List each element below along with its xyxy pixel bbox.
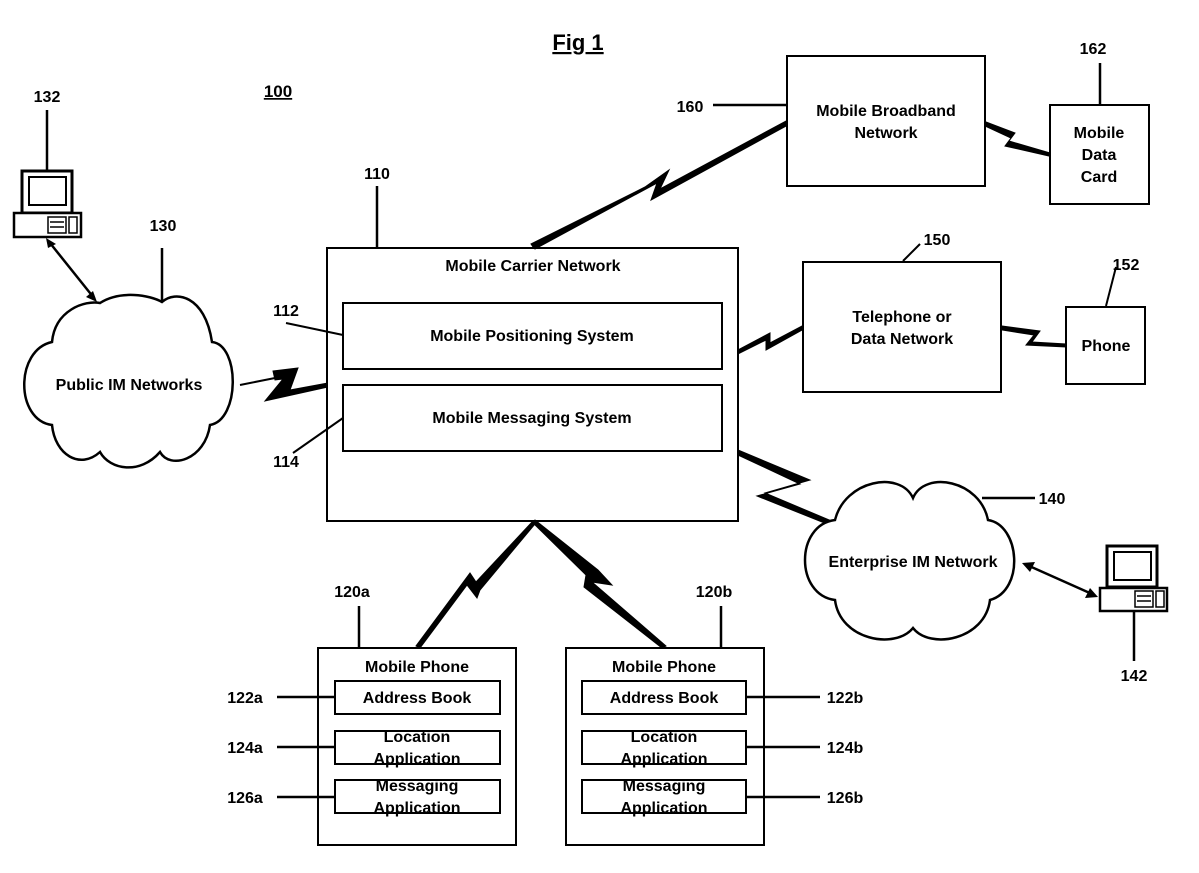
mobile-messaging-system-label: Mobile Messaging System xyxy=(432,410,631,427)
ref-label-142: 142 xyxy=(1121,668,1148,685)
ref-label-124b: 124b xyxy=(827,740,864,757)
mobile-data-card-label-line2: Data xyxy=(1082,147,1117,164)
wireless-link-phone xyxy=(1001,325,1067,348)
ref-label-122b: 122b xyxy=(827,690,864,707)
ref-label-126b: 126b xyxy=(827,790,864,807)
wireless-link-public-im xyxy=(239,367,329,402)
public-im-networks-label: Public IM Networks xyxy=(56,377,203,394)
location-application-a-line1: Location xyxy=(384,729,451,746)
box-telephone-data-network xyxy=(802,261,1002,393)
diagram-canvas: Fig 1 100 132 130 Public IM Networks Mob… xyxy=(12,30,1169,846)
ref-label-114: 114 xyxy=(273,454,299,471)
mobile-carrier-network-label: Mobile Carrier Network xyxy=(445,258,620,275)
wireless-link-phone-a xyxy=(415,521,536,649)
wireless-link-telephone xyxy=(737,324,805,355)
messaging-application-b-line2: Application xyxy=(620,800,707,817)
enterprise-im-network-label: Enterprise IM Network xyxy=(829,554,998,571)
ref-label-162: 162 xyxy=(1080,41,1107,58)
mobile-data-card-label-line3: Card xyxy=(1081,169,1117,186)
arrowhead-icon xyxy=(46,238,56,248)
mobile-phone-b-label: Mobile Phone xyxy=(612,659,716,676)
figure-reference: 100 xyxy=(264,82,292,101)
location-application-b-line2: Application xyxy=(620,751,707,768)
wireless-link-broadband xyxy=(530,120,789,250)
telephone-network-label-line1: Telephone or xyxy=(852,309,951,326)
mobile-phone-a-label: Mobile Phone xyxy=(365,659,469,676)
phone-label: Phone xyxy=(1082,338,1131,355)
location-application-b-line1: Location xyxy=(631,729,698,746)
wireless-link-datacard xyxy=(984,121,1051,157)
messaging-application-a-line1: Messaging xyxy=(376,778,459,795)
mobile-broadband-label-line1: Mobile Broadband xyxy=(816,103,956,120)
ref-label-124a: 124a xyxy=(227,740,263,757)
figure-title: Fig 1 xyxy=(552,30,603,55)
ref-label-140: 140 xyxy=(1039,491,1066,508)
computer-icon-132 xyxy=(12,110,83,239)
ref-label-120b: 120b xyxy=(696,584,733,601)
ref-label-112: 112 xyxy=(273,303,299,320)
ref-label-126a: 126a xyxy=(227,790,263,807)
messaging-application-a-line2: Application xyxy=(373,800,460,817)
ref-label-150: 150 xyxy=(924,232,951,249)
messaging-application-b-line1: Messaging xyxy=(623,778,706,795)
wireless-link-phone-b xyxy=(531,519,667,649)
address-book-a-label: Address Book xyxy=(363,690,472,707)
address-book-b-label: Address Book xyxy=(610,690,719,707)
mobile-data-card-label-line1: Mobile xyxy=(1074,125,1125,142)
ref-label-122a: 122a xyxy=(227,690,263,707)
ref-label-152: 152 xyxy=(1113,257,1140,274)
computer-icon-142 xyxy=(1098,544,1169,661)
ref-label-130: 130 xyxy=(150,218,177,235)
arrowhead-icon xyxy=(86,291,97,302)
ref-label-132: 132 xyxy=(34,89,61,106)
box-mobile-broadband-network xyxy=(786,55,986,187)
connector-pc132-public-im xyxy=(49,242,95,299)
wireless-link-enterprise-im xyxy=(737,449,835,527)
ref-label-110: 110 xyxy=(364,166,390,183)
location-application-a-line2: Application xyxy=(373,751,460,768)
ref-label-120a: 120a xyxy=(334,584,370,601)
leader-line-150 xyxy=(902,243,921,262)
connector-enterprise-im-pc142 xyxy=(1026,563,1093,596)
mobile-positioning-system-label: Mobile Positioning System xyxy=(430,328,634,345)
ref-label-160: 160 xyxy=(677,99,704,116)
telephone-network-label-line2: Data Network xyxy=(851,331,953,348)
mobile-broadband-label-line2: Network xyxy=(854,125,917,142)
